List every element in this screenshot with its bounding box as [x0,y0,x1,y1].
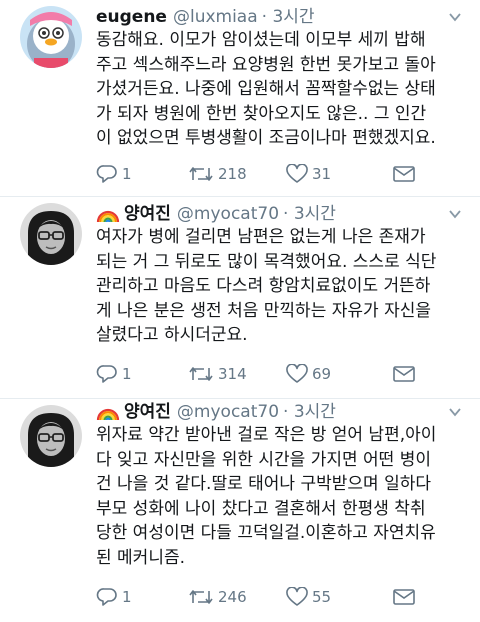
heart-icon [286,587,308,606]
tweet-line: 당한 여성이면 다들 끄덕일걸.이혼하고 자연치유 [96,523,436,543]
tweet-time[interactable]: · 3시간 [283,402,336,422]
author-handle[interactable]: @luxmiaa [173,7,258,27]
reply-icon [96,165,117,183]
reply-button[interactable]: 1 [96,585,132,609]
retweet-count: 314 [218,365,247,383]
reply-button[interactable]: 1 [96,362,132,386]
tweet-line: 된 메커니즘. [96,547,186,568]
tweet-actions: 1 246 55 [96,585,456,609]
retweet-button[interactable]: 218 [188,162,247,186]
retweet-icon [189,167,213,181]
direct-message-button[interactable] [392,162,416,186]
tweet-line: 주고 섹스해주느라 요양병원 한번 못가보고 돌아 [96,54,436,75]
retweet-icon [189,590,213,604]
tweet-text: 위자료 약간 받아낸 걸로 작은 방 얻어 남편,아이 다 잊고 자신만을 위한… [96,423,468,570]
tweet-time[interactable]: · 3시간 [283,204,336,224]
tweet-line: 되는 거 그 뒤로도 많이 목격했어요. 스스로 식단 [96,251,437,272]
reply-count: 1 [122,588,132,606]
retweet-button[interactable]: 246 [188,585,247,609]
chevron-down-icon[interactable] [448,10,462,24]
heart-icon [286,164,308,183]
tweet-header: 양여진 @myocat70 · 3시간 [96,399,336,425]
like-count: 55 [312,588,332,606]
reply-icon [96,365,117,383]
direct-message-button[interactable] [392,362,416,386]
tweet-3[interactable]: 양여진 @myocat70 · 3시간 위자료 약간 받아낸 걸로 작은 방 얻어 … [0,399,480,622]
retweet-button[interactable]: 314 [188,362,247,386]
author-name[interactable]: eugene [96,7,167,27]
penguin-avatar-icon[interactable] [20,6,82,68]
tweet-line: 여자가 병에 걸리면 남편은 없는게 나은 존재가 [96,227,426,247]
reply-count: 1 [122,365,132,383]
tweet-actions: 1 218 31 [96,162,456,186]
tweet-text: 여자가 병에 걸리면 남편은 없는게 나은 존재가 되는 거 그 뒤로도 많이 … [96,225,468,348]
tweet-line: 이 없었으면 투병생활이 조금이나마 편했겠지요. [96,128,436,148]
author-name[interactable]: 양여진 [124,402,171,422]
author-handle[interactable]: @myocat70 [177,204,279,224]
tweet-line: 위자료 약간 받아낸 걸로 작은 방 얻어 남편,아이 [96,425,437,445]
heart-icon [286,364,308,383]
tweet-header: 양여진 @myocat70 · 3시간 [96,201,336,227]
tweet-line: 살렸다고 하시더군요. [96,325,248,345]
envelope-icon [393,166,415,182]
reply-icon [96,588,117,606]
retweet-icon [189,367,213,381]
tweet-line: 관리하고 마음도 다스려 항암치료없이도 거뜬하 [96,276,431,296]
tweet-time[interactable]: · 3시간 [262,7,315,27]
like-count: 69 [312,365,332,383]
author-handle[interactable]: @myocat70 [177,402,279,422]
like-button[interactable]: 55 [286,585,331,609]
rainbow-icon [96,408,120,420]
direct-message-button[interactable] [392,585,416,609]
tweet-header: eugene @luxmiaa · 3시간 [96,4,315,30]
tweet-line: 게 나은 분은 생전 처음 만끽하는 자유가 자신을 [96,300,431,321]
like-button[interactable]: 69 [286,362,331,386]
woman-glasses-avatar-icon[interactable] [20,203,82,265]
tweet-line: 부모 성화에 나이 찼다고 결혼해서 한평생 착취 [96,498,426,519]
like-count: 31 [312,165,332,183]
woman-glasses-avatar-icon[interactable] [20,405,82,467]
chevron-down-icon[interactable] [448,405,462,419]
author-name[interactable]: 양여진 [124,204,171,224]
retweet-count: 218 [218,165,247,183]
tweet-2[interactable]: 양여진 @myocat70 · 3시간 여자가 병에 걸리면 남편은 없는게 나은 … [0,197,480,398]
chevron-down-icon[interactable] [448,207,462,221]
tweet-text: 동감해요. 이모가 암이셨는데 이모부 세끼 밥해 주고 섹스해주느라 요양병원… [96,28,468,151]
tweet-1[interactable]: eugene @luxmiaa · 3시간 동감해요. 이모가 암이셨는데 이모부 … [0,0,480,196]
reply-button[interactable]: 1 [96,162,132,186]
tweet-line: 가셨거든요. 나중에 입원해서 꼼짝할수없는 상태 [96,79,436,99]
rainbow-icon [96,210,120,222]
tweet-actions: 1 314 69 [96,362,456,386]
reply-count: 1 [122,165,132,183]
tweet-line: 건 나을 것 같다.딸로 태어나 구박받으며 일하다 [96,474,431,494]
envelope-icon [393,366,415,382]
like-button[interactable]: 31 [286,162,331,186]
tweet-line: 가 되자 병원에 한번 찾아오지도 않은.. 그 인간 [96,103,427,124]
retweet-count: 246 [218,588,247,606]
tweet-line: 동감해요. 이모가 암이셨는데 이모부 세끼 밥해 [96,30,426,50]
tweet-line: 다 잊고 자신만을 위한 시간을 가지면 어떤 병이 [96,449,431,470]
envelope-icon [393,589,415,605]
